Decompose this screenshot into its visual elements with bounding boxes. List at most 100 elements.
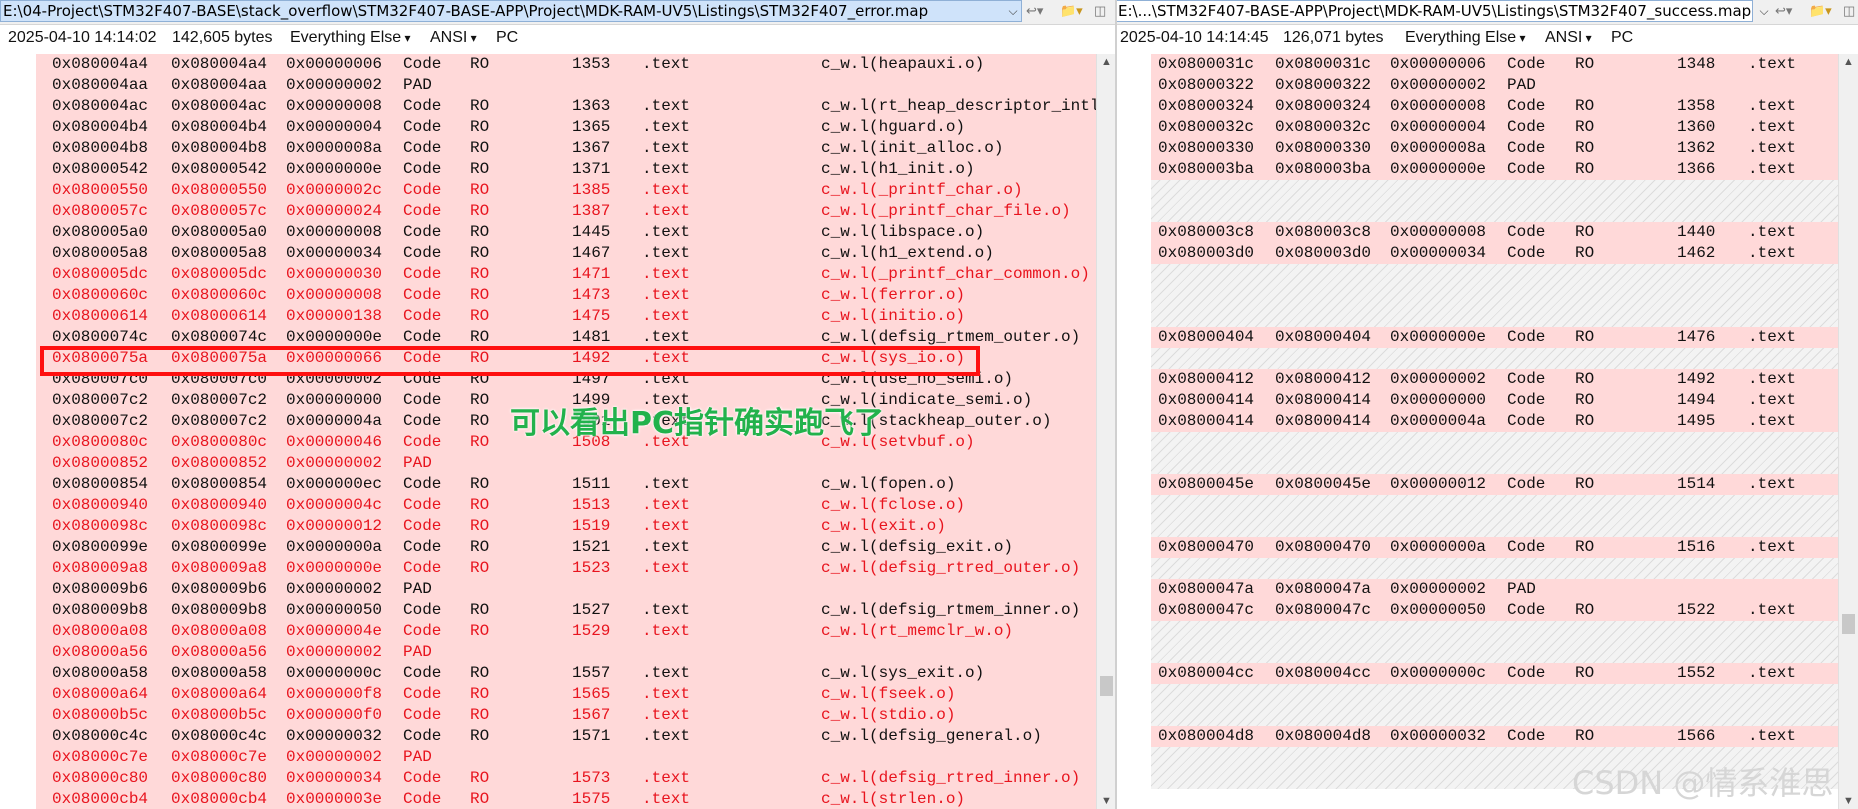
- table-row[interactable]: 0x08000404 0x08000404 0x0000000e Code RO 1476…: [1151, 327, 1838, 348]
- table-row[interactable]: 0x080004cc 0x080004cc 0x0000000c Code RO 1552…: [1151, 663, 1838, 684]
- table-row[interactable]: 0x0800074c 0x0800074c 0x0000000e Code RO 1481…: [36, 327, 1096, 348]
- table-row[interactable]: 0x0800098c 0x0800098c 0x00000012 Code RO 1519…: [36, 516, 1096, 537]
- right-path-input[interactable]: E:\...\STM32F407-BASE-APP\Project\MDK-RA…: [1115, 0, 1753, 22]
- table-row[interactable]: 0x08000c7e 0x08000c7e 0x00000002 PAD: [36, 747, 1096, 768]
- chevron-down-icon[interactable]: ⌵: [1757, 2, 1771, 20]
- table-row[interactable]: 0x08000cb4 0x08000cb4 0x0000003e Code RO 1575…: [36, 789, 1096, 809]
- cell-t: PAD: [403, 454, 432, 472]
- left-vertical-scrollbar[interactable]: ▲ ▼: [1096, 54, 1116, 809]
- table-row[interactable]: 0x080004ac 0x080004ac 0x00000008 Code RO 1363…: [36, 96, 1096, 117]
- table-row[interactable]: 0x08000470 0x08000470 0x0000000a Code RO 1516…: [1151, 537, 1838, 558]
- table-row[interactable]: 0x08000414 0x08000414 0x0000004a Code RO 1495…: [1151, 411, 1838, 432]
- table-row[interactable]: 0x080009b8 0x080009b8 0x00000050 Code RO 1527…: [36, 600, 1096, 621]
- cell-a: 0x08000614: [52, 307, 149, 325]
- cell-t: Code: [403, 601, 442, 619]
- cell-b: 0x08000a58: [171, 664, 268, 682]
- browse-icon[interactable]: ↩▾: [1775, 2, 1792, 20]
- table-row[interactable]: 0x08000330 0x08000330 0x0000008a Code RO 1362…: [1151, 138, 1838, 159]
- cell-a: 0x080004d8: [1158, 727, 1255, 745]
- table-row[interactable]: 0x080003d0 0x080003d0 0x00000034 Code RO 1462…: [1151, 243, 1838, 264]
- cell-a: 0x0800047c: [1158, 601, 1255, 619]
- cell-a: 0x0800098c: [52, 517, 149, 535]
- right-vertical-scrollbar[interactable]: ▲ ▼: [1838, 54, 1858, 809]
- save-icon[interactable]: ◫: [1094, 2, 1106, 20]
- scroll-down-icon[interactable]: ▼: [1839, 793, 1858, 809]
- right-lineend[interactable]: PC: [1611, 29, 1633, 47]
- table-row[interactable]: 0x0800047a 0x0800047a 0x00000002 PAD: [1151, 579, 1838, 600]
- cell-n: 1473: [572, 286, 611, 304]
- cell-b: 0x080009b6: [171, 580, 268, 598]
- diff-gap: [1151, 432, 1838, 474]
- left-filter-dropdown[interactable]: Everything Else: [290, 29, 411, 47]
- table-row[interactable]: 0x08000b5c 0x08000b5c 0x000000f0 Code RO 1567…: [36, 705, 1096, 726]
- table-row[interactable]: 0x08000852 0x08000852 0x00000002 PAD: [36, 453, 1096, 474]
- table-row[interactable]: 0x08000a56 0x08000a56 0x00000002 PAD: [36, 642, 1096, 663]
- cell-o: c_w.l(init_alloc.o): [821, 139, 1004, 157]
- table-row[interactable]: 0x080009b6 0x080009b6 0x00000002 PAD: [36, 579, 1096, 600]
- table-row[interactable]: 0x080005dc 0x080005dc 0x00000030 Code RO 1471…: [36, 264, 1096, 285]
- scroll-thumb[interactable]: [1842, 614, 1855, 634]
- table-row[interactable]: 0x08000322 0x08000322 0x00000002 PAD: [1151, 75, 1838, 96]
- table-row[interactable]: 0x08000a08 0x08000a08 0x0000004e Code RO 1529…: [36, 621, 1096, 642]
- cell-n: 1529: [572, 622, 611, 640]
- scroll-down-icon[interactable]: ▼: [1097, 793, 1116, 809]
- table-row[interactable]: 0x080004b8 0x080004b8 0x0000008a Code RO 1367…: [36, 138, 1096, 159]
- table-row[interactable]: 0x08000542 0x08000542 0x0000000e Code RO 1371…: [36, 159, 1096, 180]
- table-row[interactable]: 0x0800047c 0x0800047c 0x00000050 Code RO 1522…: [1151, 600, 1838, 621]
- table-row[interactable]: 0x080003c8 0x080003c8 0x00000008 Code RO 1440…: [1151, 222, 1838, 243]
- table-row[interactable]: 0x08000854 0x08000854 0x000000ec Code RO 1511…: [36, 474, 1096, 495]
- table-row[interactable]: 0x080004aa 0x080004aa 0x00000002 PAD: [36, 75, 1096, 96]
- scroll-thumb[interactable]: [1100, 676, 1113, 696]
- cell-s: .text: [642, 790, 691, 808]
- table-row[interactable]: 0x0800099e 0x0800099e 0x0000000a Code RO 1521…: [36, 537, 1096, 558]
- scroll-up-icon[interactable]: ▲: [1097, 54, 1116, 70]
- table-row[interactable]: 0x080004a4 0x080004a4 0x00000006 Code RO 1353…: [36, 54, 1096, 75]
- save-icon[interactable]: ◫: [1843, 2, 1855, 20]
- cell-sz: 0x00000024: [286, 202, 383, 220]
- chevron-down-icon[interactable]: ⌵: [1006, 2, 1020, 20]
- browse-icon[interactable]: ↩▾: [1026, 2, 1043, 20]
- table-row[interactable]: 0x080005a8 0x080005a8 0x00000034 Code RO 1467…: [36, 243, 1096, 264]
- table-row[interactable]: 0x08000414 0x08000414 0x00000000 Code RO 1494…: [1151, 390, 1838, 411]
- table-row[interactable]: 0x08000614 0x08000614 0x00000138 Code RO 1475…: [36, 306, 1096, 327]
- table-row[interactable]: 0x0800057c 0x0800057c 0x00000024 Code RO 1387…: [36, 201, 1096, 222]
- table-row[interactable]: 0x08000550 0x08000550 0x0000002c Code RO 1385…: [36, 180, 1096, 201]
- left-lineend[interactable]: PC: [496, 29, 518, 47]
- table-row[interactable]: 0x080004d8 0x080004d8 0x00000032 Code RO 1566…: [1151, 726, 1838, 747]
- right-filter-dropdown[interactable]: Everything Else: [1405, 29, 1526, 47]
- table-row[interactable]: 0x08000412 0x08000412 0x00000002 Code RO 1492…: [1151, 369, 1838, 390]
- cell-t: PAD: [1507, 76, 1536, 94]
- table-row[interactable]: 0x08000324 0x08000324 0x00000008 Code RO 1358…: [1151, 96, 1838, 117]
- cell-n: 1552: [1677, 664, 1716, 682]
- table-row[interactable]: 0x0800032c 0x0800032c 0x00000004 Code RO 1360…: [1151, 117, 1838, 138]
- folder-icon[interactable]: 📁▾: [1809, 2, 1832, 20]
- table-row[interactable]: 0x0800031c 0x0800031c 0x00000006 Code RO 1348…: [1151, 54, 1838, 75]
- table-row[interactable]: 0x080009a8 0x080009a8 0x0000000e Code RO 1523…: [36, 558, 1096, 579]
- cell-b: 0x0800074c: [171, 328, 268, 346]
- cell-a: 0x080004b8: [52, 139, 149, 157]
- scroll-up-icon[interactable]: ▲: [1839, 54, 1858, 70]
- table-row[interactable]: 0x080003ba 0x080003ba 0x0000000e Code RO 1366…: [1151, 159, 1838, 180]
- diff-gap: [1151, 348, 1838, 369]
- folder-icon[interactable]: 📁▾: [1060, 2, 1083, 20]
- pane-divider[interactable]: [1115, 0, 1117, 809]
- table-row[interactable]: 0x08000c4c 0x08000c4c 0x00000032 Code RO 1571…: [36, 726, 1096, 747]
- table-row[interactable]: 0x0800045e 0x0800045e 0x00000012 Code RO 1514…: [1151, 474, 1838, 495]
- left-encoding-dropdown[interactable]: ANSI: [430, 29, 477, 47]
- table-row[interactable]: 0x080004b4 0x080004b4 0x00000004 Code RO 1365…: [36, 117, 1096, 138]
- table-row[interactable]: 0x08000a64 0x08000a64 0x000000f8 Code RO 1565…: [36, 684, 1096, 705]
- cell-o: c_w.l(ferror.o): [821, 286, 966, 304]
- table-row[interactable]: 0x080005a0 0x080005a0 0x00000008 Code RO 1445…: [36, 222, 1096, 243]
- table-row[interactable]: 0x08000a58 0x08000a58 0x0000000c Code RO 1557…: [36, 663, 1096, 684]
- cell-r: RO: [470, 664, 490, 682]
- table-row[interactable]: 0x08000c80 0x08000c80 0x00000034 Code RO 1573…: [36, 768, 1096, 789]
- cell-r: RO: [1575, 223, 1595, 241]
- cell-a: 0x08000852: [52, 454, 149, 472]
- cell-n: 1481: [572, 328, 611, 346]
- table-row[interactable]: 0x08000940 0x08000940 0x0000004c Code RO 1513…: [36, 495, 1096, 516]
- table-row[interactable]: 0x0800060c 0x0800060c 0x00000008 Code RO 1473…: [36, 285, 1096, 306]
- right-file-pane[interactable]: 0x0800031c 0x0800031c 0x00000006 Code RO 1348…: [1115, 54, 1838, 809]
- left-path-input[interactable]: E:\04-Project\STM32F407-BASE\stack_overf…: [0, 0, 1022, 22]
- right-encoding-dropdown[interactable]: ANSI: [1545, 29, 1592, 47]
- diff-gap: [1151, 621, 1838, 663]
